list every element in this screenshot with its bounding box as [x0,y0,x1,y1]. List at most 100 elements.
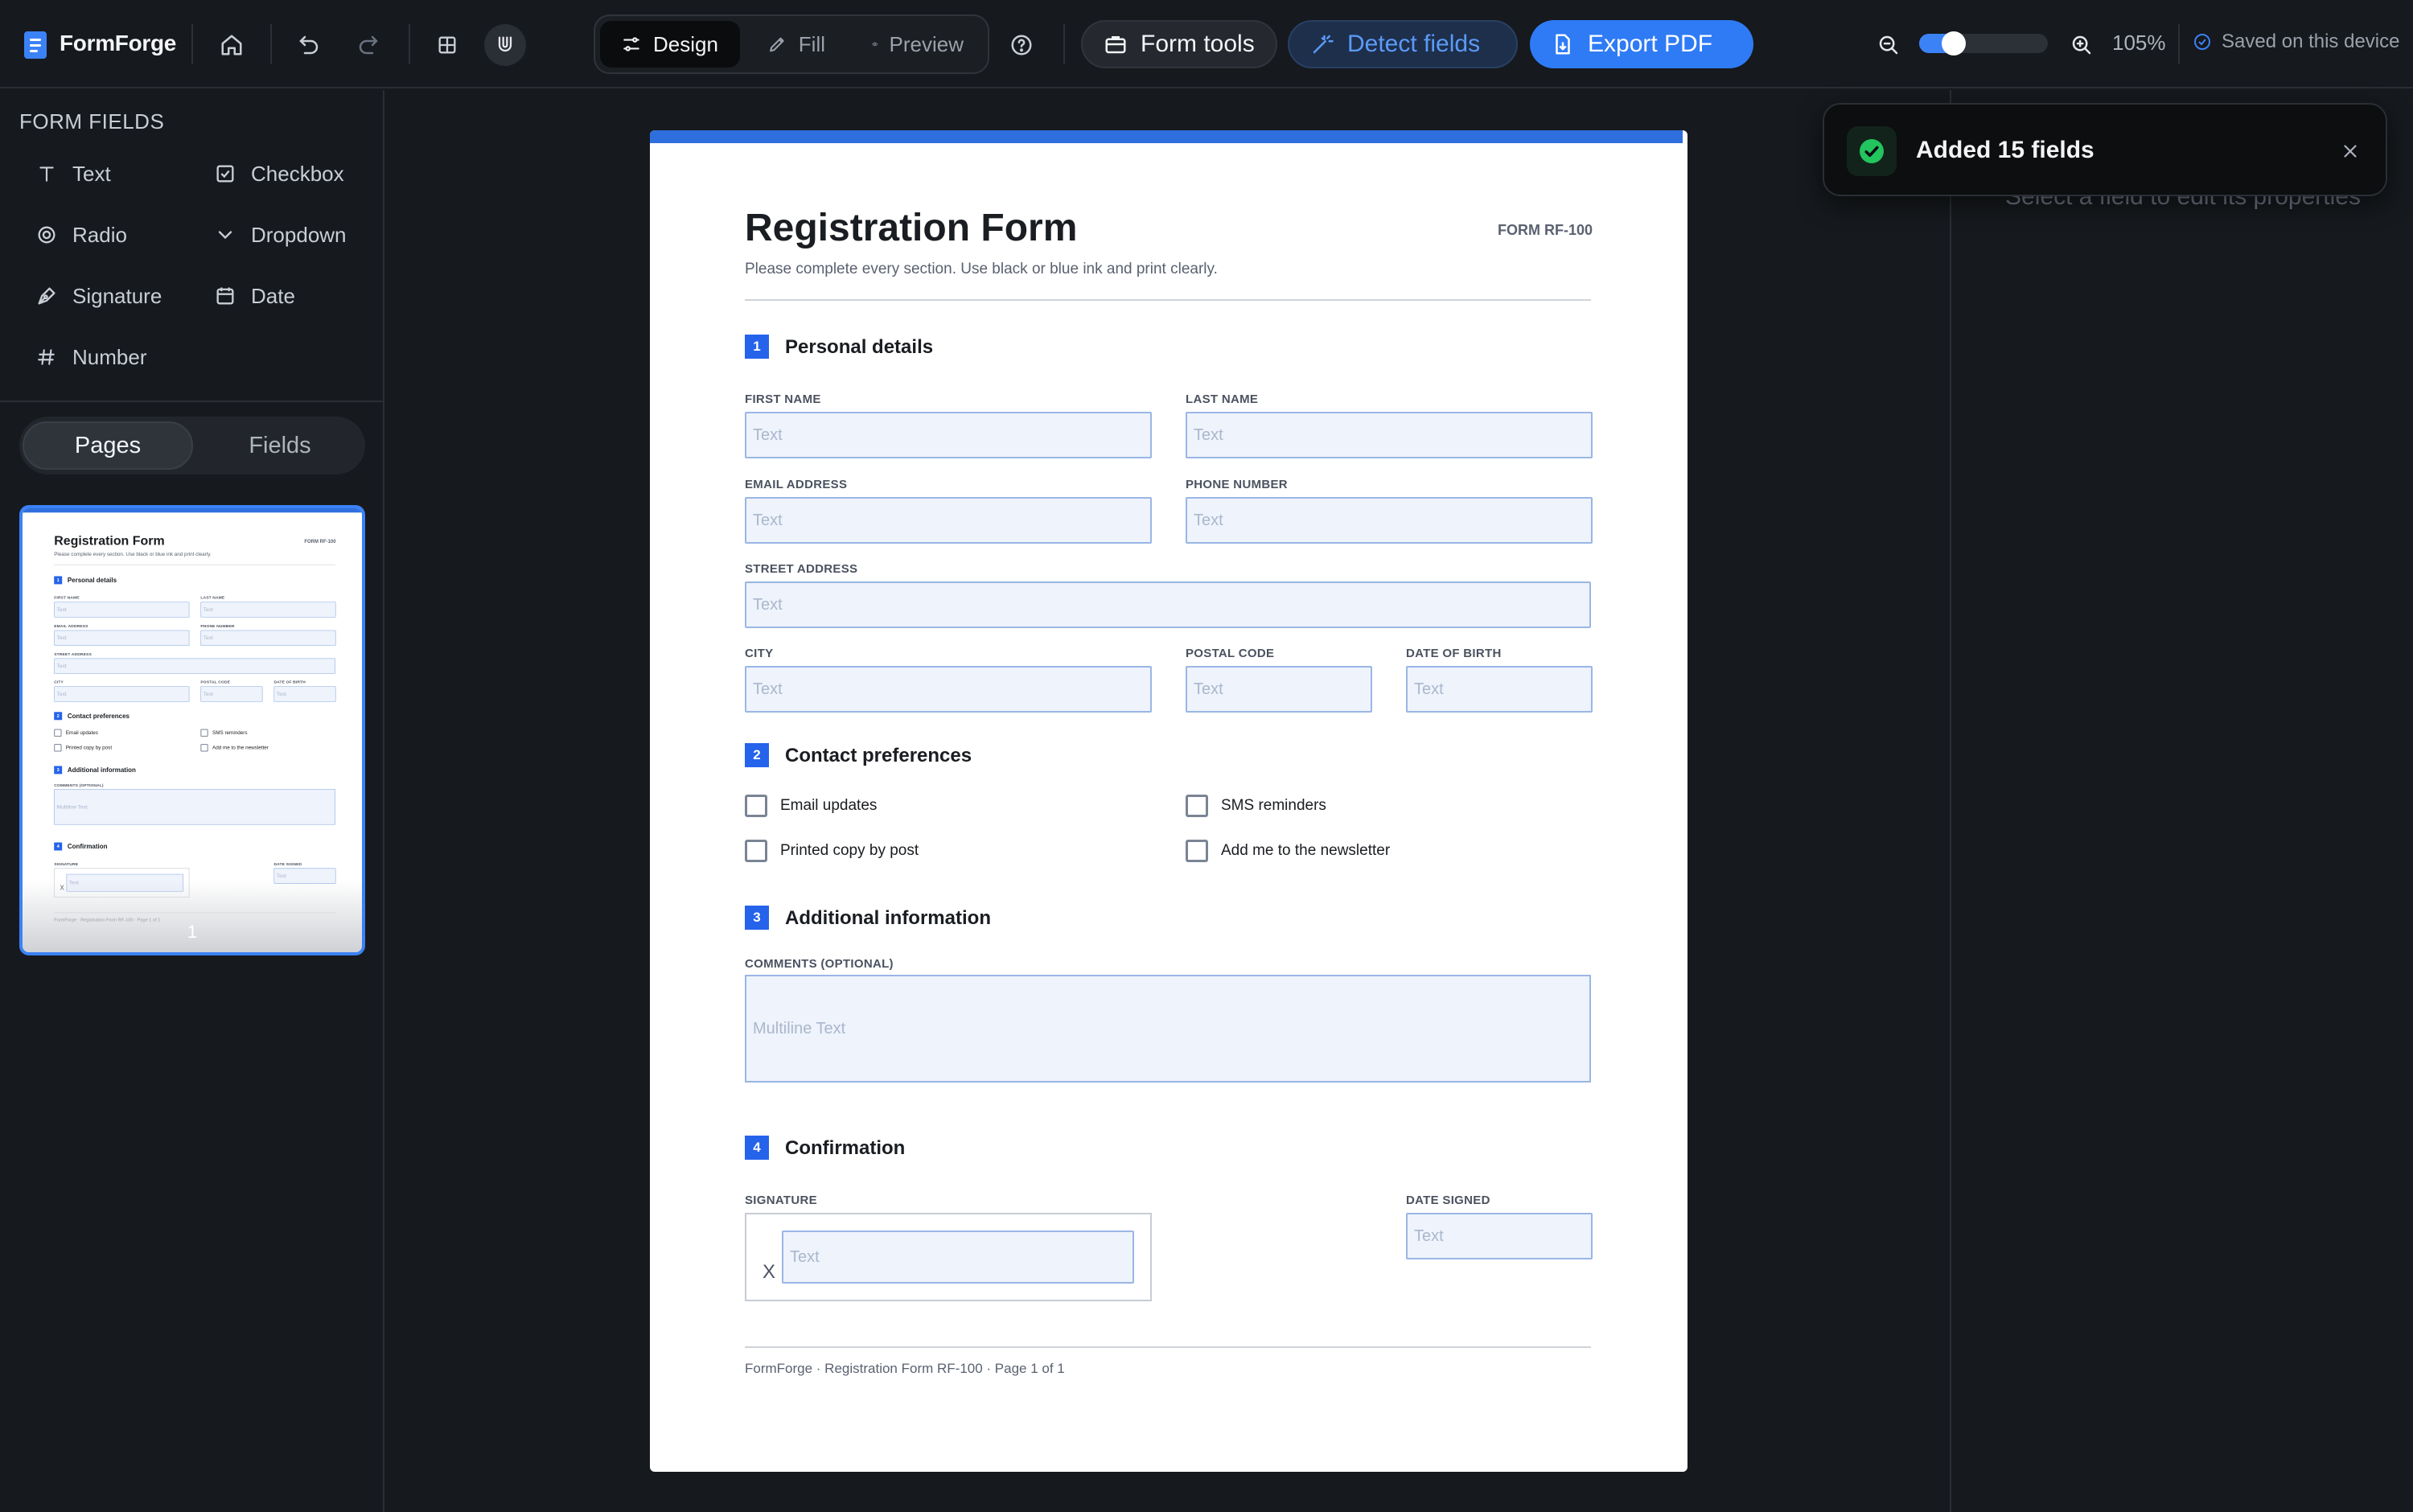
redo-icon[interactable] [347,24,389,66]
home-icon[interactable] [211,24,253,66]
checkbox-newsletter: Add me to the newsletter [200,744,269,752]
checkbox-email-updates[interactable]: Email updates [745,795,877,817]
page-thumbnail[interactable]: Registration Form FORM RF-100 Please com… [19,505,365,955]
checkbox-printed-copy[interactable]: Printed copy by post [745,840,919,862]
checkbox-sms-reminders: SMS reminders [200,729,248,737]
export-pdf-button[interactable]: Export PDF [1530,20,1753,68]
zoom-in-icon[interactable] [2061,24,2103,66]
section-heading: Confirmation [785,1137,906,1159]
properties-panel: Select a field to edit its properties [1950,90,2413,1512]
field-label: DATE SIGNED [273,861,302,867]
close-icon[interactable] [2333,134,2368,169]
last-name-field[interactable]: Text [1186,412,1593,458]
field-label: CITY [54,680,64,685]
checkbox-newsletter[interactable]: Add me to the newsletter [1186,840,1390,862]
magnet-snap-icon[interactable] [484,24,526,66]
zoom-slider[interactable] [1919,31,2048,55]
field-label: COMMENTS (OPTIONAL) [54,783,104,788]
help-icon[interactable] [1001,24,1042,66]
field-tool-checkbox[interactable]: Checkbox [212,158,344,190]
page-title: Registration Form [745,207,1078,249]
field-label: EMAIL ADDRESS [745,478,848,491]
comments-field: Multiline Text [54,789,335,825]
field-tool-radio[interactable]: Radio [34,219,127,251]
form-tools-button[interactable]: Form tools [1081,20,1277,68]
top-toolbar: FormForge Design Fill Preview Form tools… [0,0,2413,88]
signature-field[interactable]: Text [782,1231,1134,1284]
mode-preview-button[interactable]: Preview [851,21,985,68]
section-heading: Contact preferences [67,712,129,720]
radio-icon [34,222,60,248]
section-number: 1 [54,576,63,585]
mode-design-button[interactable]: Design [600,21,740,68]
section-heading: Personal details [67,577,117,585]
field-tool-dropdown[interactable]: Dropdown [212,219,347,251]
signature-icon [34,283,60,309]
mode-fill-button[interactable]: Fill [746,21,846,68]
toast-notification: Added 15 fields [1823,103,2387,196]
section-number: 4 [54,842,63,851]
zoom-out-icon[interactable] [1868,24,1909,66]
city-field: Text [54,686,190,702]
app-name: FormForge [60,31,177,55]
section-heading: Personal details [785,336,934,358]
field-tool-number[interactable]: Number [34,341,146,373]
magic-wand-icon [1313,35,1334,54]
page-footer: FormForge · Registration Form RF-100 · P… [745,1361,1065,1376]
undo-icon[interactable] [288,24,330,66]
email-field[interactable]: Text [745,497,1152,544]
zoom-slider-handle[interactable] [1942,31,1966,55]
calendar-icon [212,283,238,309]
left-sidebar: FORM FIELDS Text Checkbox Radio Dropdown… [0,90,384,1512]
field-label: FIRST NAME [54,595,80,601]
field-label: STREET ADDRESS [745,562,858,576]
field-label: DATE SIGNED [1406,1194,1490,1207]
section-number: 1 [745,335,769,359]
tab-fields[interactable]: Fields [195,421,365,470]
field-tool-date[interactable]: Date [212,280,295,312]
page-subtitle: Please complete every section. Use black… [745,261,1218,277]
form-id: FORM RF-100 [304,538,336,544]
field-tool-signature[interactable]: Signature [34,280,162,312]
street-address-field[interactable]: Text [745,581,1591,628]
checkbox-printed-copy: Printed copy by post [54,744,112,752]
postal-code-field: Text [200,686,263,702]
tab-pages[interactable]: Pages [23,421,193,470]
document-page: Registration Form FORM RF-100 Please com… [650,130,1687,1472]
dropdown-icon [212,222,238,248]
checkbox-icon [212,161,238,187]
app-logo-icon [24,31,47,59]
grid-icon[interactable] [426,24,468,66]
detect-fields-button[interactable]: Detect fields [1288,20,1518,68]
sidebar-tabs: Pages Fields [19,417,365,475]
zoom-level: 105% [2112,31,2166,55]
date-of-birth-field[interactable]: Text [1406,666,1593,713]
field-label: FIRST NAME [745,392,821,406]
field-label: STREET ADDRESS [54,651,92,657]
checkbox-sms-reminders[interactable]: SMS reminders [1186,795,1326,817]
section-heading: Additional information [785,907,991,929]
mode-switcher: Design Fill Preview [594,14,989,74]
section-heading: Confirmation [67,843,108,851]
file-download-icon [1556,34,1570,55]
form-id: FORM RF-100 [1498,222,1593,238]
email-field: Text [54,630,190,646]
comments-field[interactable]: Multiline Text [745,975,1591,1083]
date-signed-field[interactable]: Text [1406,1213,1593,1259]
phone-field[interactable]: Text [1186,497,1593,544]
postal-code-field[interactable]: Text [1186,666,1372,713]
last-name-field: Text [200,602,336,618]
save-status: Saved on this device [2193,31,2399,53]
first-name-field[interactable]: Text [745,412,1152,458]
section-number: 3 [54,766,63,774]
page-title: Registration Form [54,533,165,549]
pen-icon [770,37,784,52]
field-label: SIGNATURE [54,861,79,867]
field-label: PHONE NUMBER [200,623,235,629]
phone-field: Text [200,630,336,646]
field-tool-text[interactable]: Text [34,158,111,190]
field-label: POSTAL CODE [1186,647,1275,660]
form-fields-title: FORM FIELDS [19,109,165,134]
page-subtitle: Please complete every section. Use black… [54,551,212,557]
city-field[interactable]: Text [745,666,1152,713]
